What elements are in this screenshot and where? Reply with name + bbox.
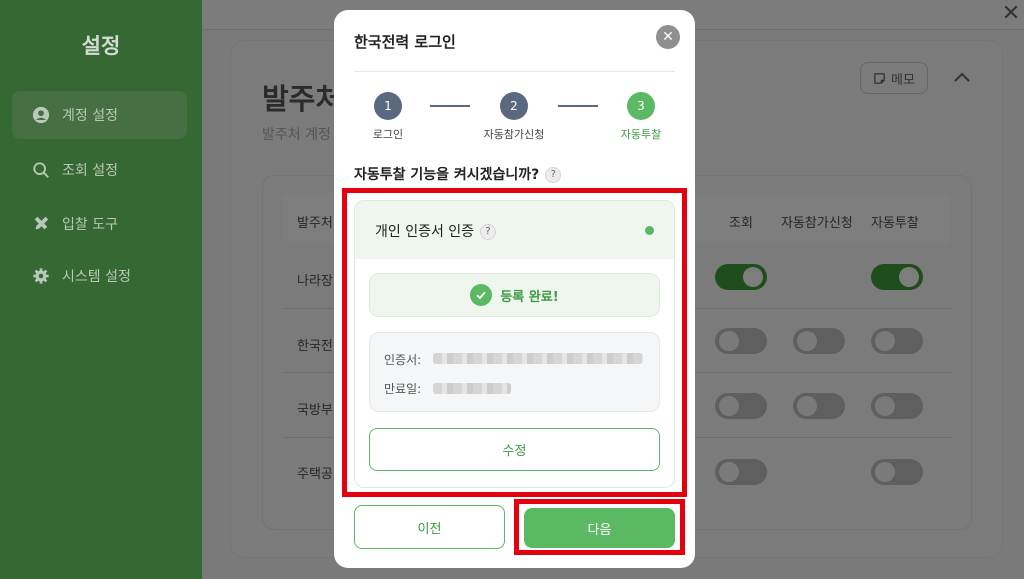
sidebar-item-label: 시스템 설정 [62,269,131,285]
step-connector [558,105,598,107]
toggle-search[interactable] [715,459,767,485]
modal-divider [354,71,675,72]
column-header-auto-apply: 자동참가신청 [781,216,853,231]
highlight-box-next [514,499,685,555]
chevron-up-icon[interactable] [950,66,974,90]
toggle-search[interactable] [715,264,767,290]
auto-bid-question: 자동투찰 기능을 켜시겠습니까?? [354,164,562,184]
sidebar-item-account-settings[interactable]: 계정 설정 [12,91,187,139]
step-3-label: 자동투찰 [620,128,662,141]
sidebar: 설정 계정 설정 조회 설정 입찰 도구 시스템 설정 [0,0,202,579]
question-text: 자동투찰 기능을 켜시겠습니까? [354,167,540,183]
previous-button[interactable]: 이전 [354,505,505,549]
highlight-box-certificate [342,188,687,497]
table-row-label: 나라장 [297,274,333,289]
help-icon[interactable]: ? [545,167,562,183]
step-2-label: 자동참가신청 [483,128,545,141]
modal-title: 한국전력 로그인 [354,33,456,51]
step-2-circle: 2 [500,92,528,120]
column-header-client: 발주처 [297,216,333,231]
sidebar-item-label: 입찰 도구 [62,217,118,233]
step-3-circle: 3 [627,92,655,120]
memo-label: 메모 [891,72,915,88]
sidebar-item-system-settings[interactable]: 시스템 설정 [12,252,187,300]
user-circle-icon [32,106,50,124]
sidebar-item-bid-tools[interactable]: 입찰 도구 [12,200,187,248]
toggle-auto-apply[interactable] [793,393,845,419]
tools-icon [34,216,49,230]
toggle-auto-bid[interactable] [871,459,923,485]
modal-close-icon[interactable]: ✕ [656,25,680,49]
page-subtitle: 발주처 계정 [262,127,331,143]
sidebar-item-search-settings[interactable]: 조회 설정 [12,146,187,194]
column-header-auto-bid: 자동투찰 [871,216,919,231]
toggle-search[interactable] [715,393,767,419]
toggle-search[interactable] [715,328,767,354]
column-header-search: 조회 [729,216,753,231]
table-row-label: 국방부 [297,403,333,418]
search-icon [33,162,49,178]
toggle-auto-bid[interactable] [871,328,923,354]
window-close-icon[interactable]: ✕ [998,2,1024,28]
sidebar-item-label: 계정 설정 [62,108,118,124]
step-connector [430,105,470,107]
toggle-auto-bid[interactable] [871,393,923,419]
sidebar-item-label: 조회 설정 [62,163,118,179]
page-title: 발주처 [262,82,343,116]
toggle-auto-bid[interactable] [871,264,923,290]
toggle-auto-apply[interactable] [793,328,845,354]
table-row-label: 한국전 [297,339,333,354]
memo-button[interactable]: 메모 [860,62,928,94]
gear-icon [33,268,49,284]
step-1-circle: 1 [374,92,402,120]
memo-icon [874,72,885,84]
table-row-label: 주택공 [297,467,333,482]
step-1-label: 로그인 [372,128,404,141]
sidebar-title: 설정 [81,34,121,58]
